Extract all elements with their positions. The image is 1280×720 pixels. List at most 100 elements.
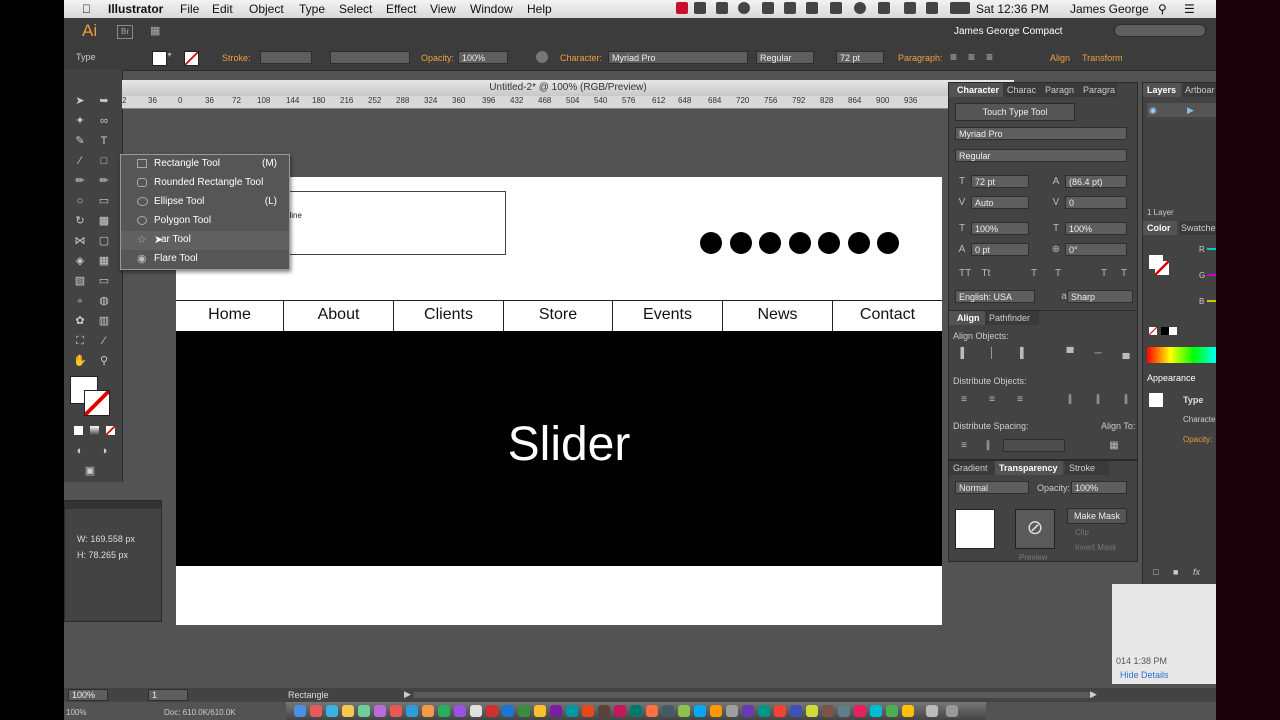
clip-checkbox[interactable]: Clip (1075, 528, 1089, 537)
red-slider[interactable] (1207, 248, 1216, 250)
social-dot[interactable] (877, 232, 899, 254)
status-window-icon[interactable] (806, 2, 818, 14)
wifi-icon[interactable] (904, 2, 916, 14)
expand-layer-icon[interactable]: ▶ (1187, 105, 1194, 116)
language-select[interactable]: English: USA (955, 290, 1035, 303)
dock-app-icon[interactable] (838, 705, 850, 717)
dock-trash-icon[interactable] (946, 705, 958, 717)
black-color-icon[interactable] (1161, 327, 1169, 335)
dock-illustrator-icon[interactable] (646, 705, 658, 717)
dock-app-icon[interactable] (726, 705, 738, 717)
eraser-icon[interactable]: ▭ (96, 194, 112, 208)
status-arrow-icon[interactable]: ▶ (404, 689, 411, 700)
align-left-icon[interactable]: ≡ (950, 50, 957, 64)
stroke-color-box[interactable] (84, 390, 110, 416)
align-vcenter-icon[interactable]: ─ (1093, 349, 1103, 359)
dock-app-icon[interactable] (822, 705, 834, 717)
nav-clients[interactable]: Clients (394, 301, 504, 332)
rotate-icon[interactable]: ↻ (72, 214, 88, 228)
char-size-field[interactable]: 72 pt (971, 175, 1029, 188)
distribute-left-icon[interactable]: ∥ (1065, 395, 1075, 405)
bridge-button[interactable]: Br (117, 25, 133, 39)
status-timemachine-icon[interactable] (854, 2, 866, 14)
char-style-field[interactable]: Regular (955, 149, 1127, 162)
dock-app-icon[interactable] (422, 705, 434, 717)
symbol-sprayer-icon[interactable]: ✿ (72, 314, 88, 328)
zoom-select[interactable]: 100% (68, 689, 108, 701)
tab-stroke[interactable]: Stroke (1065, 461, 1109, 475)
document-tab[interactable]: Untitled-2* @ 100% (RGB/Preview) (122, 80, 1014, 96)
invert-mask-checkbox[interactable]: Invert Mask (1075, 543, 1116, 552)
color-stroke-swatch[interactable] (1155, 261, 1169, 275)
eyedropper-icon[interactable]: ∘ (72, 294, 88, 308)
blend-mode-select[interactable]: Normal (955, 481, 1029, 494)
notification-card[interactable]: 014 1:38 PM Hide Details (1112, 584, 1216, 684)
nav-home[interactable]: Home (176, 301, 284, 332)
status-camera-icon[interactable] (784, 2, 796, 14)
dock-app-icon[interactable] (454, 705, 466, 717)
recolor-icon[interactable] (536, 51, 548, 63)
screen-mode-icon[interactable]: ▣ (82, 464, 98, 478)
strikethrough-icon[interactable]: T (1119, 269, 1129, 279)
layer-row[interactable] (1147, 103, 1216, 117)
tab-paragraph[interactable]: Paragn (1041, 83, 1079, 97)
mesh-icon[interactable]: ▧ (72, 274, 88, 288)
apple-icon[interactable]:  (82, 2, 91, 16)
stroke-weight-field[interactable] (260, 51, 312, 64)
distribute-top-icon[interactable]: ≡ (959, 395, 969, 405)
dock-app-icon[interactable] (694, 705, 706, 717)
small-caps-icon[interactable]: Tt (981, 269, 991, 279)
spotlight-icon[interactable]: ⚲ (1158, 2, 1167, 16)
distribute-bottom-icon[interactable]: ≡ (1015, 395, 1025, 405)
nav-store[interactable]: Store (504, 301, 613, 332)
flyout-polygon-tool[interactable]: Polygon Tool (121, 212, 289, 232)
gradient-icon[interactable]: ▭ (96, 274, 112, 288)
font-family-field[interactable]: Myriad Pro (608, 51, 748, 64)
shape-builder-icon[interactable]: ◈ (72, 254, 88, 268)
dock-app-icon[interactable] (550, 705, 562, 717)
appearance-character[interactable]: Characte (1183, 415, 1215, 424)
scale-icon[interactable]: ▩ (96, 214, 112, 228)
no-mask-icon[interactable]: ⊘ (1015, 509, 1055, 549)
scroll-right-icon[interactable]: ▶ (1090, 689, 1097, 700)
flyout-flare-tool[interactable]: ◉ Flare Tool (121, 250, 289, 269)
perspective-grid-icon[interactable]: ▦ (96, 254, 112, 268)
object-thumbnail[interactable] (955, 509, 995, 549)
none-mode-icon[interactable] (106, 426, 115, 435)
social-dot[interactable] (759, 232, 781, 254)
green-slider[interactable] (1207, 274, 1216, 276)
status-monitor-icon[interactable] (762, 2, 774, 14)
char-tracking-field[interactable]: 0 (1065, 196, 1127, 209)
slice-tool-icon[interactable]: ∕ (96, 334, 112, 348)
tab-pathfinder[interactable]: Pathfinder (985, 311, 1039, 325)
dock-app-icon[interactable] (438, 705, 450, 717)
tab-gradient[interactable]: Gradient (949, 461, 995, 475)
tab-character[interactable]: Character (949, 83, 1003, 97)
align-right-edge-icon[interactable]: ▐ (1015, 349, 1025, 359)
dock-app-icon[interactable] (742, 705, 754, 717)
distribute-vspacing-icon[interactable]: ≡ (959, 441, 969, 451)
dock-app-icon[interactable] (358, 705, 370, 717)
char-baseline-field[interactable]: 0 pt (971, 243, 1029, 256)
dock-finder-icon[interactable] (294, 705, 306, 717)
social-dot[interactable] (848, 232, 870, 254)
opacity-field[interactable]: 100% (458, 51, 508, 64)
dock-app-icon[interactable] (790, 705, 802, 717)
slider-area[interactable]: Slider (176, 331, 942, 566)
social-dot[interactable] (700, 232, 722, 254)
dock-app-icon[interactable] (678, 705, 690, 717)
status-volume-icon[interactable] (878, 2, 890, 14)
blend-icon[interactable]: ◍ (96, 294, 112, 308)
flyout-rounded-rectangle-tool[interactable]: Rounded Rectangle Tool (121, 174, 289, 194)
dock-app-icon[interactable] (326, 705, 338, 717)
tab-swatches[interactable]: Swatche (1179, 221, 1216, 235)
hide-details-link[interactable]: Hide Details (1120, 670, 1169, 680)
color-mode-icon[interactable] (74, 426, 83, 435)
blue-slider[interactable] (1207, 300, 1216, 302)
free-transform-icon[interactable]: ▢ (96, 234, 112, 248)
underline-icon[interactable]: T (1099, 269, 1109, 279)
dock-app-icon[interactable] (710, 705, 722, 717)
distribute-hspacing-icon[interactable]: ∥ (983, 441, 993, 451)
align-left-edge-icon[interactable]: ▌ (959, 349, 969, 359)
antialias-select[interactable]: Sharp (1067, 290, 1133, 303)
